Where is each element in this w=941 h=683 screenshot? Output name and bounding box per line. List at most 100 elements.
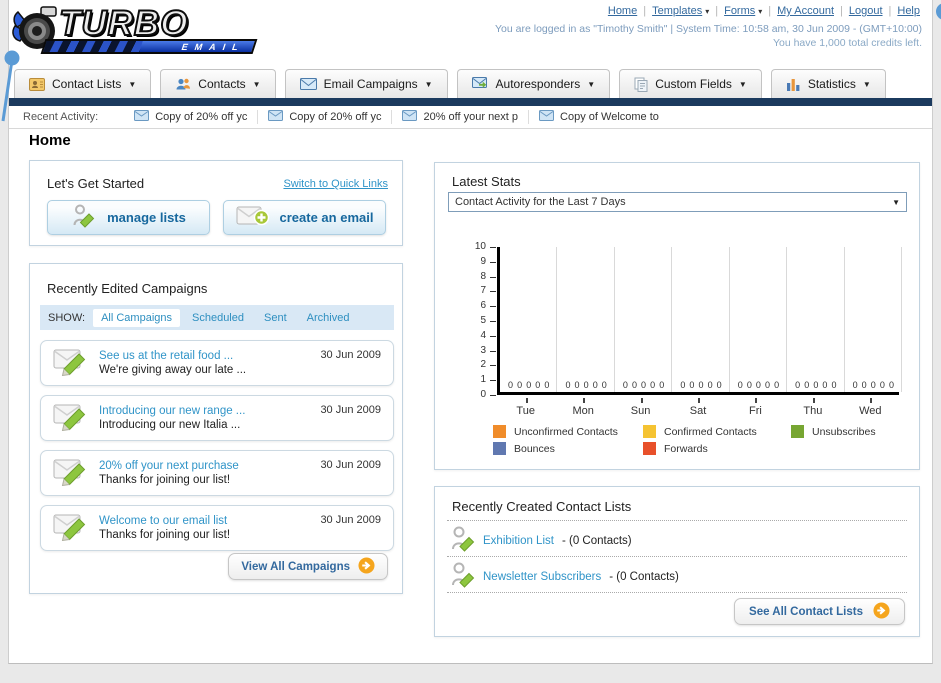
recent-activity-item[interactable]: 20% off your next p: [392, 110, 528, 124]
navy-divider-bar: [9, 98, 932, 106]
manage-lists-button[interactable]: manage lists: [47, 200, 210, 235]
bar-value-label: 0: [831, 380, 837, 390]
tab-statistics[interactable]: Statistics ▼: [770, 69, 886, 98]
recent-activity-item[interactable]: Copy of 20% off yc: [258, 110, 391, 124]
stats-report-select[interactable]: Contact Activity for the Last 7 Days ▼: [448, 192, 907, 212]
tab-contacts[interactable]: Contacts ▼: [160, 69, 276, 98]
envelope-icon: [134, 110, 150, 124]
header-link-templates[interactable]: Templates ▾: [652, 5, 709, 17]
campaign-title-link[interactable]: Introducing our new range ...: [99, 405, 245, 417]
contact-list-link[interactable]: Newsletter Subscribers: [483, 571, 601, 583]
recent-activity-item[interactable]: Copy of Welcome to: [529, 110, 669, 124]
y-axis-tick: [490, 261, 496, 263]
legend-swatch: [493, 425, 506, 438]
tab-custom-fields[interactable]: Custom Fields ▼: [619, 69, 762, 98]
bar-value-label: 0: [526, 380, 532, 390]
tab-autoresponders[interactable]: Autoresponders ▼: [456, 69, 611, 98]
bar-value-label: 0: [755, 380, 761, 390]
custom-fields-icon: [634, 77, 648, 92]
tab-email-campaigns[interactable]: Email Campaigns ▼: [284, 69, 448, 98]
chevron-down-icon: ▼: [424, 79, 433, 89]
header-link-forms[interactable]: Forms ▾: [724, 5, 762, 17]
legend-label: Confirmed Contacts: [664, 425, 757, 438]
main-surface: TURBO EMAIL Home | Templates ▾ | Forms ▾ | My Ac…: [8, 0, 941, 664]
contact-list-item[interactable]: Exhibition List - (0 Contacts): [451, 525, 632, 556]
recent-activity-item[interactable]: Copy of 20% off yc: [124, 110, 257, 124]
link-divider: |: [715, 5, 719, 17]
recent-activity-label: Recent Activity:: [23, 111, 99, 123]
header-link-logout[interactable]: Logout: [849, 5, 883, 17]
y-axis-tick: [490, 276, 496, 278]
gridline: [843, 247, 845, 392]
tab-label: Email Campaigns: [323, 77, 418, 91]
see-all-contact-lists-button[interactable]: See All Contact Lists: [734, 598, 905, 625]
email-campaigns-icon: [299, 78, 317, 90]
gridline: [728, 247, 730, 392]
bar-value-label: 0: [698, 380, 704, 390]
logo-subtitle: EMAIL: [180, 42, 247, 52]
campaign-row[interactable]: Welcome to our email list Thanks for join…: [40, 505, 394, 551]
campaign-subtitle: Thanks for joining our list!: [99, 529, 231, 541]
y-axis-tick: [490, 306, 496, 308]
gridline: [556, 247, 558, 392]
x-axis-day-label: Fri: [749, 405, 762, 417]
campaign-date: 30 Jun 2009: [320, 404, 381, 416]
chevron-down-icon: ▼: [252, 79, 261, 89]
campaign-date: 30 Jun 2009: [320, 459, 381, 471]
legend-label: Forwards: [664, 442, 708, 455]
create-an-email-button[interactable]: create an email: [223, 200, 386, 235]
bar-value-label: 0: [852, 380, 858, 390]
y-axis-tick-label: 2: [480, 359, 486, 371]
filter-sent[interactable]: Sent: [256, 309, 295, 327]
bar-value-label: 0: [879, 380, 885, 390]
bar-value-label: 0: [659, 380, 665, 390]
tab-label: Contact Lists: [52, 77, 122, 91]
header-link-help[interactable]: Help: [897, 5, 920, 17]
recent-activity-bar: Recent Activity: Copy of 20% off yc Copy …: [9, 106, 932, 129]
legend-swatch: [493, 442, 506, 455]
contact-list-item[interactable]: Newsletter Subscribers - (0 Contacts): [451, 561, 679, 592]
autoresponders-icon: [471, 77, 489, 91]
campaign-row[interactable]: 20% off your next purchase Thanks for joi…: [40, 450, 394, 496]
bar-value-label: 0: [795, 380, 801, 390]
contacts-icon: [175, 77, 191, 91]
campaign-row[interactable]: Introducing our new range ... Introducing…: [40, 395, 394, 441]
campaign-title-link[interactable]: Welcome to our email list: [99, 515, 230, 527]
campaign-title-link[interactable]: 20% off your next purchase: [99, 460, 239, 472]
header-link-home[interactable]: Home: [608, 5, 637, 17]
filter-all-campaigns[interactable]: All Campaigns: [93, 308, 180, 327]
x-axis-day-label: Mon: [572, 405, 594, 417]
app-window: TURBO EMAIL Home | Templates ▾ | Forms ▾ | My Ac…: [0, 0, 941, 683]
bar-value-label: 0: [508, 380, 514, 390]
x-axis-tick: [812, 398, 815, 403]
link-divider: |: [643, 5, 647, 17]
campaign-title-link[interactable]: See us at the retail food ...: [99, 350, 246, 362]
x-axis-day-label: Tue: [516, 405, 535, 417]
bar-value-label: 0: [631, 380, 637, 390]
tab-label: Statistics: [807, 77, 856, 91]
header-top-right: Home | Templates ▾ | Forms ▾ | My Account | Logout…: [495, 5, 922, 49]
y-axis-tick: [490, 335, 496, 337]
y-axis-tick: [490, 247, 496, 248]
y-axis-tick-label: 3: [480, 344, 486, 356]
contact-list-link[interactable]: Exhibition List: [483, 535, 554, 547]
y-axis-tick: [490, 380, 496, 382]
legend-item: Unsubscribes: [791, 425, 876, 438]
filter-scheduled[interactable]: Scheduled: [184, 309, 252, 327]
gridline: [613, 247, 615, 392]
bar-value-label: 0: [716, 380, 722, 390]
switch-quick-links[interactable]: Switch to Quick Links: [283, 178, 388, 190]
campaign-row[interactable]: See us at the retail food ... We're givin…: [40, 340, 394, 386]
bar-value-label: 0: [689, 380, 695, 390]
x-axis-day-label: Thu: [803, 405, 823, 417]
view-all-campaigns-button[interactable]: View All Campaigns: [228, 553, 388, 580]
y-axis-tick-label: 5: [480, 315, 486, 326]
contact-list-count: - (0 Contacts): [609, 570, 679, 583]
header-link-my-account[interactable]: My Account: [777, 5, 834, 17]
bar-value-label: 0: [764, 380, 771, 390]
gridline: [901, 247, 902, 392]
tab-contact-lists[interactable]: Contact Lists ▼: [14, 69, 152, 98]
filter-archived[interactable]: Archived: [299, 309, 358, 327]
y-axis-tick: [490, 395, 496, 396]
manage-lists-label: manage lists: [107, 210, 186, 225]
